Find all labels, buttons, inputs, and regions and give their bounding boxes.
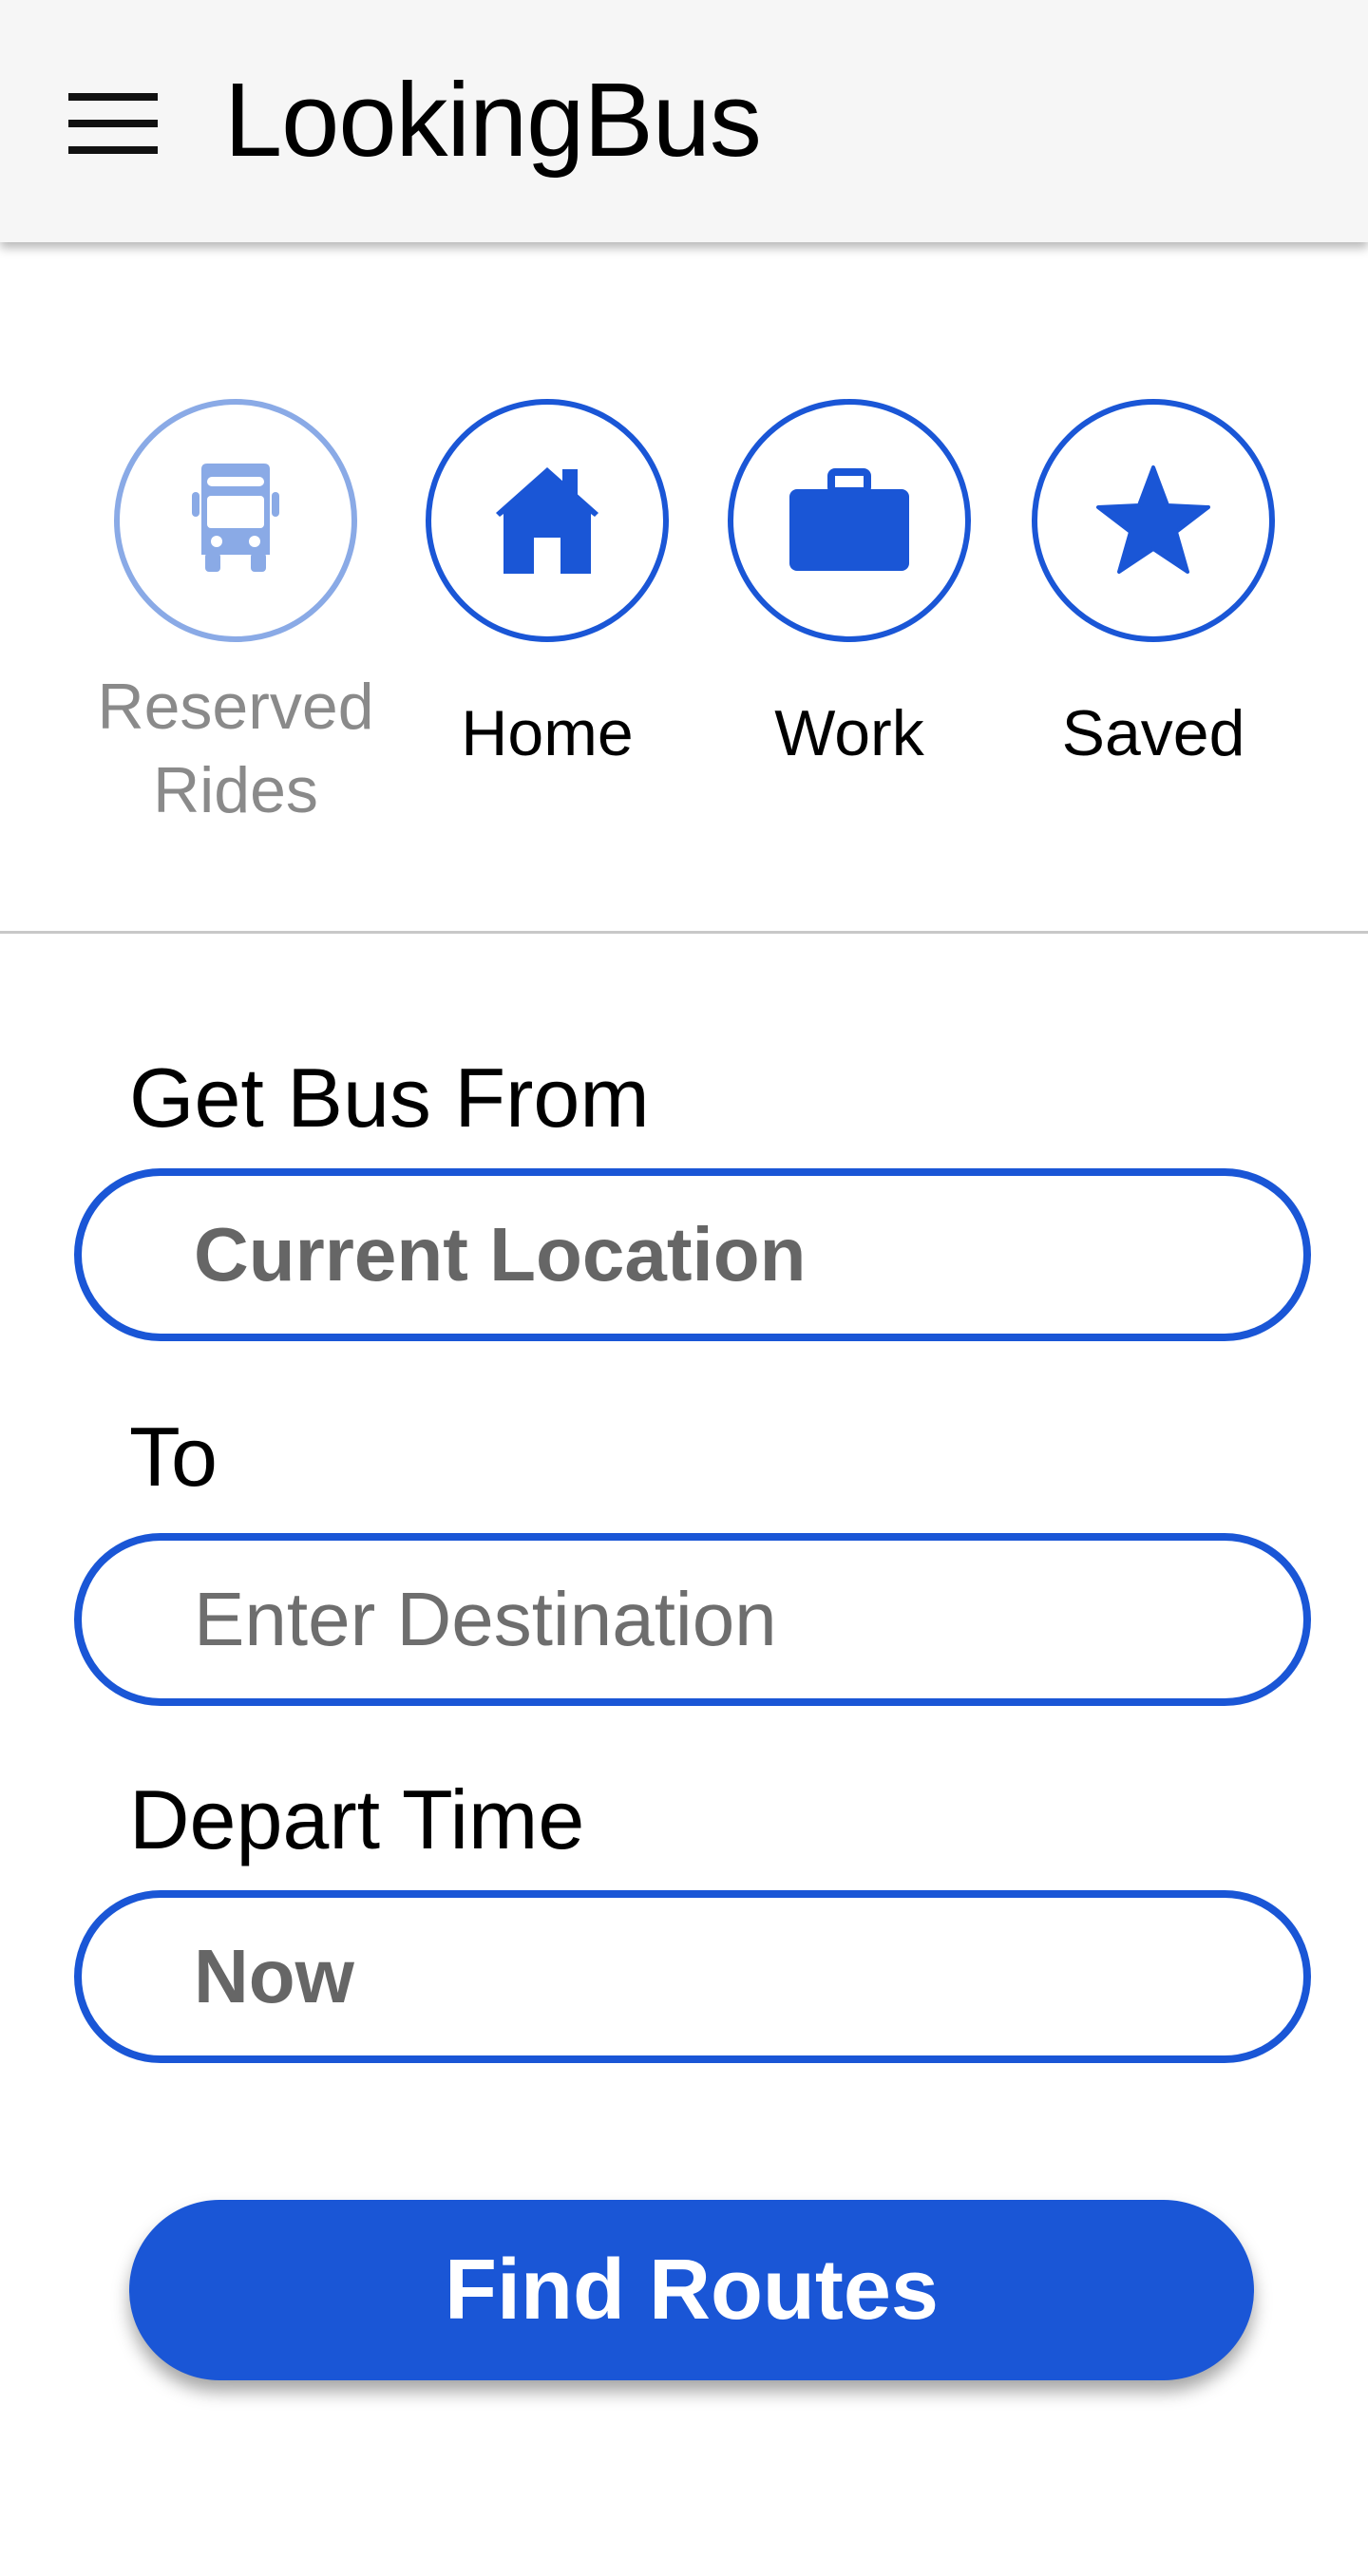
shortcut-label: Reserved Rides (97, 671, 374, 826)
depart-field[interactable] (74, 1890, 1311, 2063)
shortcut-work[interactable]: Work (697, 399, 1001, 775)
shortcut-label: Saved (1061, 697, 1245, 769)
shortcut-label: Work (774, 697, 924, 769)
shortcut-reserved-rides[interactable]: Reserved Rides (84, 399, 388, 832)
shortcut-circle (426, 399, 669, 642)
star-icon (1096, 465, 1210, 574)
to-label: To (129, 1410, 218, 1504)
briefcase-icon (789, 468, 909, 571)
shortcut-home[interactable]: Home (395, 399, 699, 775)
hamburger-menu-icon (68, 93, 158, 154)
section-divider (0, 931, 1368, 934)
to-field[interactable] (74, 1533, 1311, 1706)
shortcut-circle (114, 399, 357, 642)
shortcut-circle (1032, 399, 1275, 642)
bus-icon (192, 464, 279, 572)
app-title: LookingBus (224, 62, 762, 179)
app-screen: LookingBus Reserved Rides Home Work Save… (0, 0, 1368, 2576)
from-label: Get Bus From (129, 1051, 650, 1145)
home-icon (496, 467, 598, 574)
from-field[interactable] (74, 1168, 1311, 1341)
depart-label: Depart Time (129, 1772, 585, 1866)
destination-input[interactable] (194, 1541, 1258, 1698)
shortcut-circle (728, 399, 971, 642)
app-header: LookingBus (0, 0, 1368, 242)
shortcut-saved[interactable]: Saved (1001, 399, 1305, 775)
menu-button[interactable] (61, 84, 165, 163)
shortcut-row: Reserved Rides Home Work Saved (0, 399, 1368, 874)
shortcut-label: Home (461, 697, 634, 769)
depart-time-input[interactable] (194, 1898, 1258, 2055)
find-routes-button[interactable]: Find Routes (129, 2200, 1254, 2380)
from-input[interactable] (194, 1176, 1258, 1334)
